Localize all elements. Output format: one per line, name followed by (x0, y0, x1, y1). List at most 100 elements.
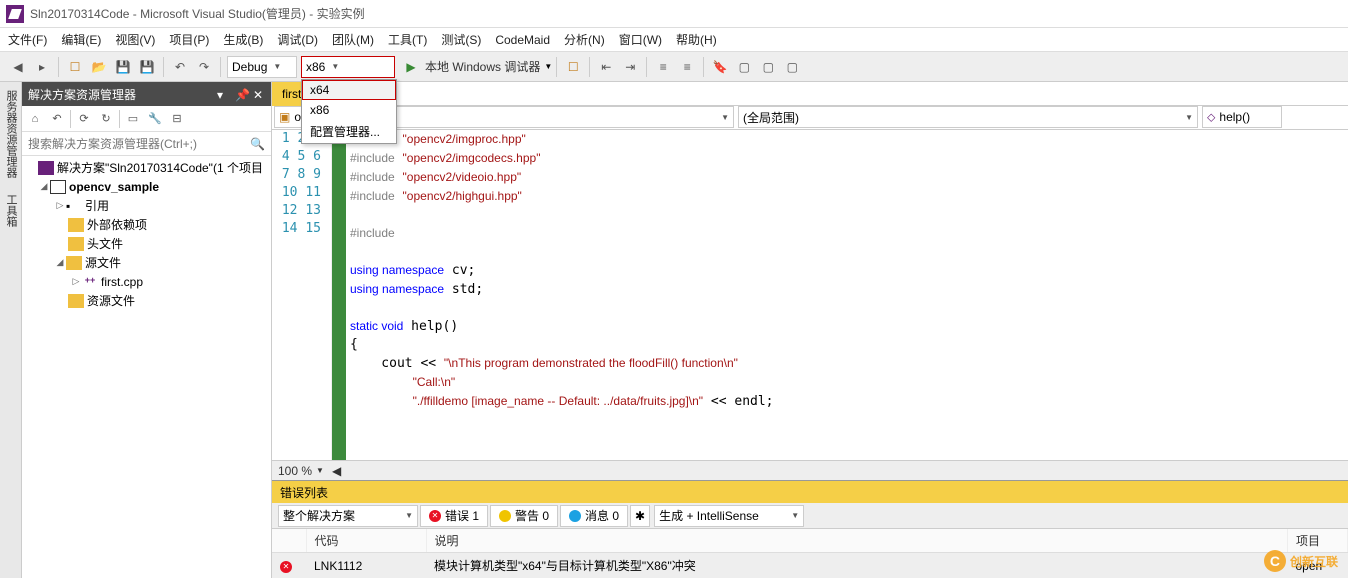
separator (703, 57, 704, 77)
tree-project[interactable]: ◢opencv_sample (22, 177, 271, 196)
menu-test[interactable]: 测试(S) (441, 31, 481, 48)
col-code[interactable]: 代码 (306, 529, 426, 553)
separator (556, 57, 557, 77)
scope-bar: ▣opencv▼ (全局范围)▼ ⬦help() (272, 106, 1348, 130)
tree-file-first[interactable]: ▷++first.cpp (22, 272, 271, 291)
menu-bar: 文件(F) 编辑(E) 视图(V) 项目(P) 生成(B) 调试(D) 团队(M… (0, 28, 1348, 52)
indent-less-icon[interactable]: ⇤ (596, 57, 616, 77)
dropdown-item-x86[interactable]: x86 (302, 100, 396, 120)
close-icon[interactable]: ✕ (253, 88, 265, 100)
menu-view[interactable]: 视图(V) (115, 31, 155, 48)
error-row[interactable]: ✕ LNK1112 模块计算机类型"x64"与目标计算机类型"X86"冲突 op… (272, 553, 1348, 578)
info-icon (569, 510, 581, 522)
home-icon[interactable]: ⌂ (26, 110, 44, 128)
menu-help[interactable]: 帮助(H) (676, 31, 717, 48)
menu-window[interactable]: 窗口(W) (619, 31, 662, 48)
server-explorer-tab[interactable]: 服务器资源管理器 (0, 82, 21, 186)
collapse-icon[interactable]: ⊟ (168, 110, 186, 128)
filter-button[interactable]: ✱ (630, 505, 650, 527)
dropdown-icon[interactable]: ▾ (217, 88, 229, 100)
chevron-down-icon[interactable]: ▼ (544, 62, 552, 71)
scope-function-combo[interactable]: ⬦help() (1202, 106, 1282, 128)
run-label[interactable]: 本地 Windows 调试器 (425, 58, 540, 75)
chevron-down-icon[interactable]: ▼ (316, 466, 324, 475)
uncomment-icon[interactable]: ≡ (677, 57, 697, 77)
properties-icon[interactable]: 🔧 (146, 110, 164, 128)
col-desc[interactable]: 说明 (426, 529, 1288, 553)
document-tabs: first.cpp 🔒 (272, 82, 1348, 106)
menu-project[interactable]: 项目(P) (169, 31, 209, 48)
node-label: 解决方案"Sln20170314Code"(1 个项目 (57, 159, 263, 176)
panel-title: 错误列表 (280, 484, 328, 501)
bookmark-icon[interactable]: 🔖 (710, 57, 730, 77)
indent-more-icon[interactable]: ⇥ (620, 57, 640, 77)
sync-icon[interactable]: ⟳ (75, 110, 93, 128)
scope-namespace-combo[interactable]: (全局范围)▼ (738, 106, 1198, 128)
menu-edit[interactable]: 编辑(E) (61, 31, 101, 48)
tree-resources[interactable]: 资源文件 (22, 291, 271, 310)
nav-back-icon[interactable]: ◀ (8, 57, 28, 77)
platform-combo[interactable]: x86▼ x64 x86 配置管理器... (301, 56, 395, 78)
back-icon[interactable]: ↶ (48, 110, 66, 128)
menu-codemaid[interactable]: CodeMaid (495, 33, 550, 47)
toolbar-button[interactable]: ▢ (734, 57, 754, 77)
chevron-down-icon: ▼ (791, 511, 799, 520)
redo-icon[interactable]: ↷ (194, 57, 214, 77)
comment-icon[interactable]: ≡ (653, 57, 673, 77)
save-icon[interactable]: 💾 (113, 57, 133, 77)
toolbar-button[interactable]: ☐ (563, 57, 583, 77)
search-icon[interactable]: 🔍 (244, 137, 271, 151)
vs-logo-icon (6, 5, 24, 23)
node-label: 头文件 (87, 235, 123, 252)
function-icon: ⬦ (1207, 110, 1215, 125)
dropdown-item-config-manager[interactable]: 配置管理器... (302, 120, 396, 143)
tree-solution[interactable]: 解决方案"Sln20170314Code"(1 个项目 (22, 158, 271, 177)
editor-statusbar: 100 % ▼ ◀ (272, 460, 1348, 480)
menu-build[interactable]: 生成(B) (223, 31, 263, 48)
open-file-icon[interactable]: 📂 (89, 57, 109, 77)
toolbar-button[interactable]: ▢ (782, 57, 802, 77)
menu-analyze[interactable]: 分析(N) (564, 31, 605, 48)
nav-fwd-icon[interactable]: ▸ (32, 57, 52, 77)
new-project-icon[interactable]: ☐ (65, 57, 85, 77)
toolbox-tab[interactable]: 工具箱 (0, 186, 21, 235)
separator (220, 57, 221, 77)
pill-label: 警告 0 (515, 507, 549, 524)
col-project[interactable]: 项目 (1288, 529, 1348, 553)
menu-file[interactable]: 文件(F) (8, 31, 47, 48)
errors-pill[interactable]: ✕错误 1 (420, 505, 488, 527)
error-scope-combo[interactable]: 整个解决方案▼ (278, 505, 418, 527)
tree-sources[interactable]: ◢源文件 (22, 253, 271, 272)
run-icon[interactable]: ▶ (401, 57, 421, 77)
undo-icon[interactable]: ↶ (170, 57, 190, 77)
menu-team[interactable]: 团队(M) (332, 31, 374, 48)
main-content: 服务器资源管理器 工具箱 解决方案资源管理器 ▾ 📌 ✕ ⌂ ↶ ⟳ ↻ ▭ 🔧… (0, 82, 1348, 578)
dropdown-item-x64[interactable]: x64 (302, 80, 396, 100)
tree-headers[interactable]: 头文件 (22, 234, 271, 253)
code-content[interactable]: #include "opencv2/imgproc.hpp" #include … (346, 130, 1348, 460)
node-label: 源文件 (85, 254, 121, 271)
save-all-icon[interactable]: 💾 (137, 57, 157, 77)
solution-search[interactable]: 🔍 (22, 132, 271, 156)
tree-refs[interactable]: ▷▪引用 (22, 196, 271, 215)
menu-debug[interactable]: 调试(D) (277, 31, 318, 48)
zoom-level[interactable]: 100 % (278, 464, 312, 478)
pin-icon[interactable]: 📌 (235, 88, 247, 100)
solution-search-input[interactable] (22, 137, 244, 151)
combo-label: 整个解决方案 (283, 507, 355, 524)
solution-explorer: 解决方案资源管理器 ▾ 📌 ✕ ⌂ ↶ ⟳ ↻ ▭ 🔧 ⊟ 🔍 解决方案"Sln… (22, 82, 272, 578)
tree-ext[interactable]: 外部依赖项 (22, 215, 271, 234)
warnings-pill[interactable]: 警告 0 (490, 505, 558, 527)
source-combo[interactable]: 生成 + IntelliSense▼ (654, 505, 804, 527)
node-label: 引用 (85, 197, 109, 214)
code-editor[interactable]: 1 2 3 4 5 6 7 8 9 10 11 12 13 14 15 #inc… (272, 130, 1348, 460)
menu-tools[interactable]: 工具(T) (388, 31, 427, 48)
show-all-icon[interactable]: ▭ (124, 110, 142, 128)
messages-pill[interactable]: 消息 0 (560, 505, 628, 527)
scroll-left-icon[interactable]: ◀ (332, 464, 341, 478)
error-icon: ✕ (429, 510, 441, 522)
toolbar-button[interactable]: ▢ (758, 57, 778, 77)
config-combo[interactable]: Debug▼ (227, 56, 297, 78)
refresh-icon[interactable]: ↻ (97, 110, 115, 128)
solution-tree: 解决方案"Sln20170314Code"(1 个项目 ◢opencv_samp… (22, 156, 271, 578)
